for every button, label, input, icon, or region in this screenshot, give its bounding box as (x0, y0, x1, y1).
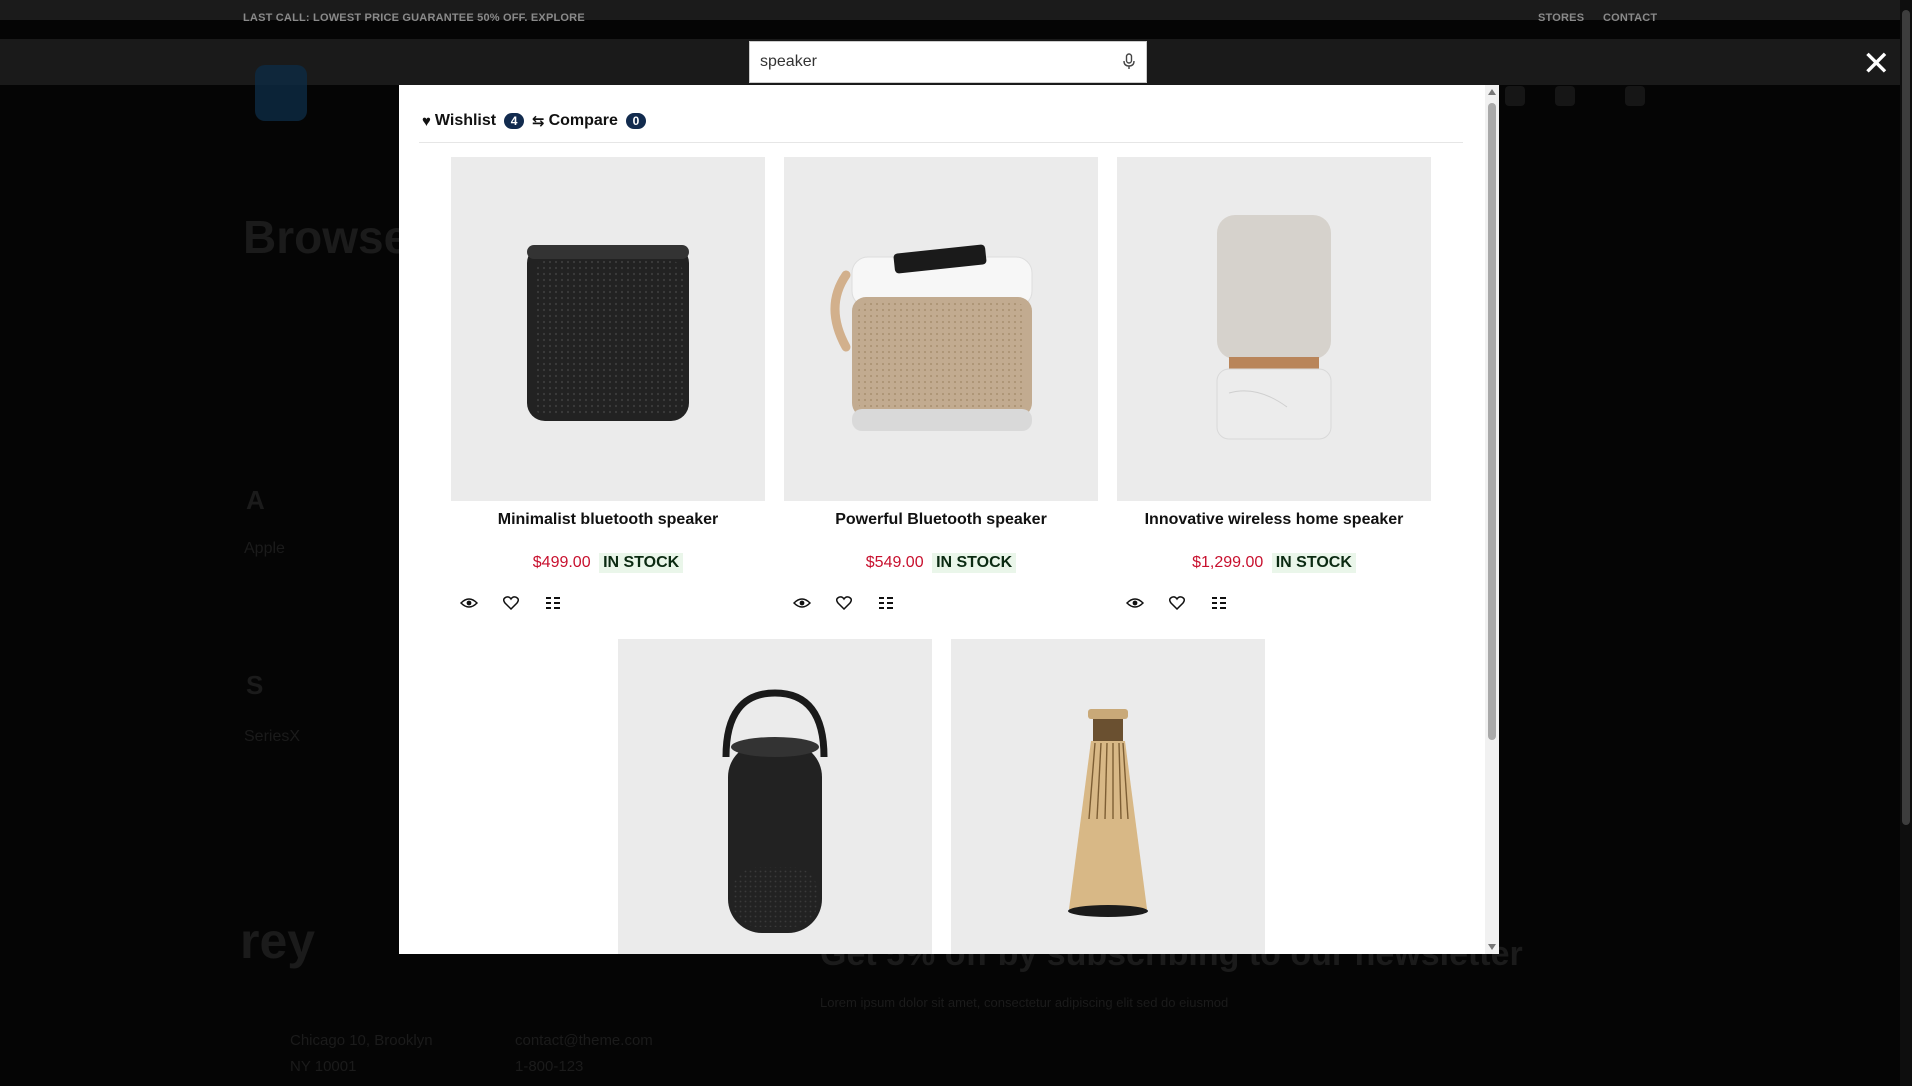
product-card (951, 639, 1265, 954)
modal-scrollbar-thumb[interactable] (1488, 103, 1496, 740)
product-title[interactable]: Innovative wireless home speaker (1117, 511, 1431, 529)
product-card: Innovative wireless home speaker $1,299.… (1117, 157, 1431, 613)
compare-grid-icon[interactable] (1209, 593, 1229, 613)
wishlist-heart-icon[interactable] (1167, 593, 1187, 613)
search-input[interactable] (750, 42, 1100, 82)
product-card: Minimalist bluetooth speaker $499.00 IN … (451, 157, 765, 613)
compare-grid-icon[interactable] (543, 593, 563, 613)
product-title[interactable]: Minimalist bluetooth speaker (451, 511, 765, 529)
wishlist-link[interactable]: ♥ Wishlist 4 (422, 112, 525, 130)
stores-link: STORES (1538, 12, 1585, 24)
wishlist-heart-icon[interactable] (834, 593, 854, 613)
contact-link: CONTACT (1603, 12, 1658, 24)
modal-scrollbar[interactable] (1485, 85, 1499, 954)
product-price: $549.00 (865, 554, 924, 571)
product-title[interactable]: Powerful Bluetooth speaker (784, 511, 1098, 529)
close-icon[interactable]: ✕ (1862, 47, 1891, 81)
quick-view-eye-icon[interactable] (1125, 593, 1145, 613)
microphone-icon[interactable] (1122, 53, 1136, 71)
announcement-bar: LAST CALL: LOWEST PRICE GUARANTEE 50% OF… (0, 0, 1912, 24)
site-logo (255, 65, 307, 121)
footer-email: contact@theme.com (515, 1032, 653, 1049)
footer-address-1: Chicago 10, Brooklyn (290, 1032, 433, 1049)
product-image-cylinder-marble-speaker[interactable] (1117, 157, 1431, 501)
product-image-gold-cone-speaker[interactable] (951, 639, 1265, 954)
compare-arrows-icon: ⇆ (532, 113, 545, 130)
product-price: $499.00 (532, 554, 591, 571)
window-scrollbar[interactable] (1900, 0, 1912, 1086)
footer-logo: rey (240, 913, 316, 969)
modal-header: ♥ Wishlist 4 ⇆ Compare 0 (419, 112, 1463, 143)
product-price: $1,299.00 (1192, 554, 1264, 571)
window-scrollbar-thumb[interactable] (1902, 10, 1910, 825)
account-icon (1505, 86, 1525, 106)
quick-view-eye-icon[interactable] (792, 593, 812, 613)
wishlist-heart-icon[interactable] (501, 593, 521, 613)
search-results-modal: ♥ Wishlist 4 ⇆ Compare 0 Minimalist blue… (399, 85, 1499, 954)
newsletter-subtext: Lorem ipsum dolor sit amet, consectetur … (820, 995, 1229, 1010)
quick-view-eye-icon[interactable] (459, 593, 479, 613)
product-image-black-handle-speaker[interactable] (618, 639, 932, 954)
search-box (749, 41, 1147, 83)
brand-seriesx: SeriesX (244, 728, 301, 745)
promo-text: LAST CALL: LOWEST PRICE GUARANTEE 50% OF… (243, 12, 585, 24)
heart-icon: ♥ (422, 112, 431, 130)
stock-badge: IN STOCK (1271, 553, 1356, 573)
brand-apple: Apple (244, 540, 285, 557)
compare-count-badge: 0 (625, 113, 646, 129)
wishlist-count-badge: 4 (504, 113, 525, 129)
scroll-up-arrow-icon[interactable] (1488, 89, 1496, 95)
settings-icon (1625, 86, 1645, 106)
letter-heading-a: A (246, 485, 265, 515)
product-image-portable-speaker-with-phone[interactable] (784, 157, 1098, 501)
wishlist-label: Wishlist (434, 112, 497, 129)
compare-grid-icon[interactable] (876, 593, 896, 613)
stock-badge: IN STOCK (932, 553, 1017, 573)
scroll-down-arrow-icon[interactable] (1488, 944, 1496, 950)
stock-badge: IN STOCK (599, 553, 684, 573)
footer-phone: 1-800-123 (515, 1058, 584, 1075)
compare-label: Compare (548, 112, 618, 129)
product-card (618, 639, 932, 954)
letter-heading-s: S (246, 670, 264, 700)
compare-link[interactable]: ⇆ Compare 0 (532, 112, 646, 130)
footer-address-2: NY 10001 (290, 1058, 357, 1075)
product-image-black-square-speaker[interactable] (451, 157, 765, 501)
product-card: Powerful Bluetooth speaker $549.00 IN ST… (784, 157, 1098, 613)
cart-icon (1555, 86, 1575, 106)
